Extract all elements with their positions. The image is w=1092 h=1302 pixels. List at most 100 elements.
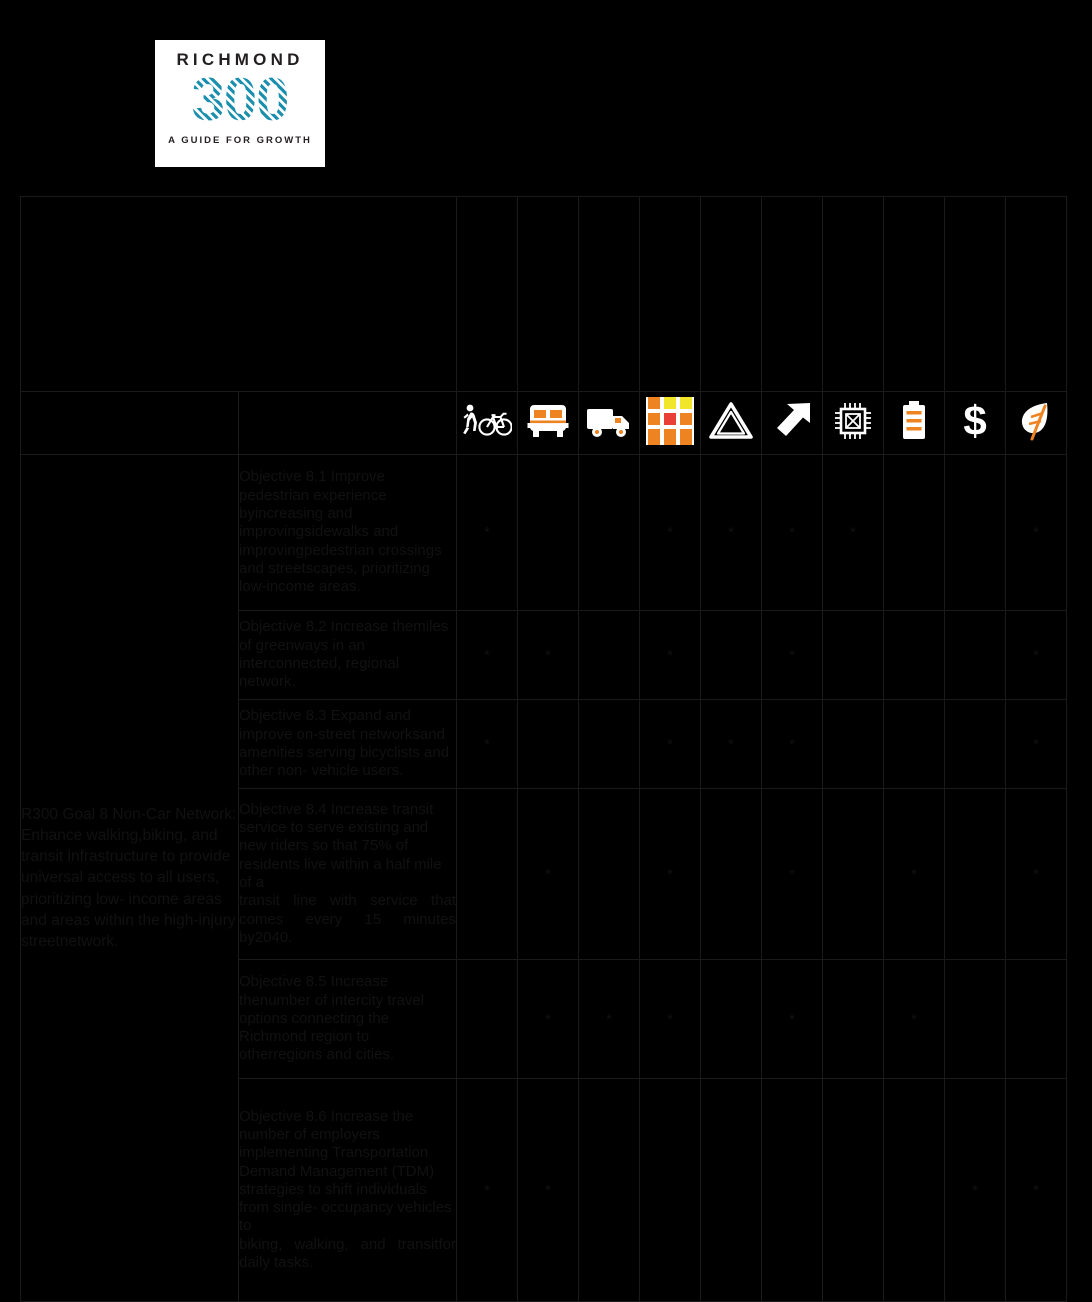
- objective-text-8.3: Objective 8.3 Expand and improve on-stre…: [239, 707, 450, 780]
- matrix-cell-8.2-dollar-sign-icon: [944, 610, 1006, 700]
- matrix-cell-8.4-bus-icon: *: [517, 788, 579, 960]
- objective-cell-8.1: Objective 8.1 Improve pedestrian experie…: [238, 454, 457, 611]
- matrix-cell-8.1-dollar-sign-icon: [944, 454, 1006, 611]
- matrix-cell-8.5-warning-triangle-icon: [700, 959, 762, 1079]
- mark-asterisk: *: [789, 646, 795, 664]
- top-spacer-3: [578, 196, 640, 392]
- objective-text-tail-8.4: transit line with service that comes eve…: [239, 892, 456, 946]
- battery-icon[interactable]: [883, 391, 945, 455]
- mark-asterisk: *: [1033, 646, 1039, 664]
- mark-asterisk: *: [484, 524, 490, 541]
- matrix-cell-8.1-microchip-icon: *: [822, 454, 884, 611]
- matrix-cell-8.1-leaf-icon: *: [1005, 454, 1067, 611]
- mark-asterisk: *: [972, 1181, 978, 1199]
- dollar-sign-icon[interactable]: $: [944, 391, 1006, 455]
- street-grid-icon[interactable]: [639, 391, 701, 455]
- mark-asterisk: *: [850, 524, 856, 541]
- matrix-cell-8.6-street-grid-icon: [639, 1078, 701, 1302]
- matrix-cell-8.1-street-grid-icon: *: [639, 454, 701, 611]
- matrix-cell-8.5-street-grid-icon: *: [639, 959, 701, 1079]
- warning-triangle-icon[interactable]: [700, 391, 762, 455]
- matrix-cell-8.4-pedestrian-bicycle-icon: [456, 788, 518, 960]
- top-spacer-4: [639, 196, 701, 392]
- logo-spacer-cell: [20, 196, 457, 392]
- top-spacer-1: [456, 196, 518, 392]
- matrix-cell-8.5-bus-icon: *: [517, 959, 579, 1079]
- logo-row: [20, 196, 1067, 392]
- matrix-cell-8.2-arrow-up-right-icon: *: [761, 610, 823, 700]
- goal-text: R300 Goal 8 Non-Car Network: Enhance wal…: [21, 806, 237, 950]
- logo-tagline: A GUIDE FOR GROWTH: [168, 135, 312, 146]
- objective-text-tail-8.6: biking, walking, and transitfor daily ta…: [239, 1235, 456, 1272]
- leaf-icon[interactable]: [1005, 391, 1067, 455]
- mark-asterisk: *: [1033, 524, 1039, 541]
- warning-triangle-glyph: [709, 401, 753, 441]
- matrix-cell-8.1-warning-triangle-icon: *: [700, 454, 762, 611]
- mark-asterisk: *: [1033, 865, 1039, 883]
- matrix-cell-8.6-pedestrian-bicycle-icon: *: [456, 1078, 518, 1302]
- objective-text-8.2: Objective 8.2 Increase themiles of green…: [239, 618, 449, 691]
- objective-cell-8.3: Objective 8.3 Expand and improve on-stre…: [238, 699, 457, 789]
- arrow-up-right-icon[interactable]: [761, 391, 823, 455]
- mark-asterisk: *: [606, 1010, 612, 1028]
- matrix-cell-8.4-dollar-sign-icon: [944, 788, 1006, 960]
- matrix-cell-8.5-arrow-up-right-icon: *: [761, 959, 823, 1079]
- table-row: R300 Goal 8 Non-Car Network: Enhance wal…: [20, 454, 1067, 1302]
- objective-cell-8.2: Objective 8.2 Increase themiles of green…: [238, 610, 457, 700]
- top-spacer-9: [944, 196, 1006, 392]
- matrix-page: RICHMOND 300 A GUIDE FOR GROWTH $ R300 G…: [0, 0, 1092, 1302]
- mark-asterisk: *: [484, 646, 490, 664]
- matrix-cell-8.3-truck-icon: [578, 699, 640, 789]
- objective-cell-8.4: Objective 8.4 Increase transit service t…: [238, 788, 457, 960]
- mark-asterisk: *: [1033, 735, 1039, 753]
- objective-header-cell: [238, 391, 457, 455]
- matrix-cell-8.5-battery-icon: *: [883, 959, 945, 1079]
- matrix-cell-8.6-warning-triangle-icon: [700, 1078, 762, 1302]
- mark-asterisk: *: [789, 865, 795, 883]
- mark-asterisk: *: [789, 735, 795, 753]
- pedestrian-bicycle-icon[interactable]: [456, 391, 518, 455]
- matrix-cell-8.2-bus-icon: *: [517, 610, 579, 700]
- objective-text-8.6: Objective 8.6 Increase the number of emp…: [239, 1107, 452, 1235]
- battery-glyph: [899, 400, 929, 442]
- matrix-cell-8.6-battery-icon: [883, 1078, 945, 1302]
- mark-asterisk: *: [911, 1010, 917, 1028]
- matrix-cell-8.6-arrow-up-right-icon: [761, 1078, 823, 1302]
- mark-asterisk: *: [545, 865, 551, 883]
- mark-asterisk: *: [789, 1010, 795, 1028]
- mark-asterisk: *: [667, 735, 673, 753]
- dollar-sign-glyph: $: [959, 397, 991, 444]
- top-spacer-2: [517, 196, 579, 392]
- matrix-cell-8.2-leaf-icon: *: [1005, 610, 1067, 700]
- matrix-cell-8.3-dollar-sign-icon: [944, 699, 1006, 789]
- objective-cell-8.5: Objective 8.5 Increase thenumber of inte…: [238, 959, 457, 1079]
- logo-number: 300: [191, 66, 289, 133]
- matrix-cell-8.3-leaf-icon: *: [1005, 699, 1067, 789]
- mark-asterisk: *: [911, 865, 917, 883]
- mark-asterisk: *: [545, 1181, 551, 1199]
- mark-asterisk: *: [1033, 1181, 1039, 1199]
- mark-asterisk: *: [545, 1010, 551, 1028]
- mark-asterisk: *: [667, 1010, 673, 1028]
- matrix-cell-8.3-bus-icon: [517, 699, 579, 789]
- matrix-cell-8.2-battery-icon: [883, 610, 945, 700]
- matrix-cell-8.3-street-grid-icon: *: [639, 699, 701, 789]
- matrix-cell-8.6-bus-icon: *: [517, 1078, 579, 1302]
- matrix-cell-8.1-battery-icon: [883, 454, 945, 611]
- matrix-cell-8.4-microchip-icon: [822, 788, 884, 960]
- objective-text-8.1: Objective 8.1 Improve pedestrian experie…: [239, 468, 442, 596]
- matrix-cell-8.4-arrow-up-right-icon: *: [761, 788, 823, 960]
- truck-icon[interactable]: [578, 391, 640, 455]
- matrix-cell-8.2-pedestrian-bicycle-icon: *: [456, 610, 518, 700]
- matrix-cell-8.6-dollar-sign-icon: *: [944, 1078, 1006, 1302]
- matrix-cell-8.3-battery-icon: [883, 699, 945, 789]
- bus-glyph: [526, 401, 570, 441]
- mark-asterisk: *: [484, 735, 490, 753]
- objective-text-8.5: Objective 8.5 Increase thenumber of inte…: [239, 973, 425, 1064]
- bus-icon[interactable]: [517, 391, 579, 455]
- microchip-icon[interactable]: [822, 391, 884, 455]
- matrix-cell-8.2-truck-icon: [578, 610, 640, 700]
- matrix-cell-8.6-leaf-icon: *: [1005, 1078, 1067, 1302]
- icon-header-row: $: [20, 391, 1067, 455]
- matrix-cell-8.1-pedestrian-bicycle-icon: *: [456, 454, 518, 611]
